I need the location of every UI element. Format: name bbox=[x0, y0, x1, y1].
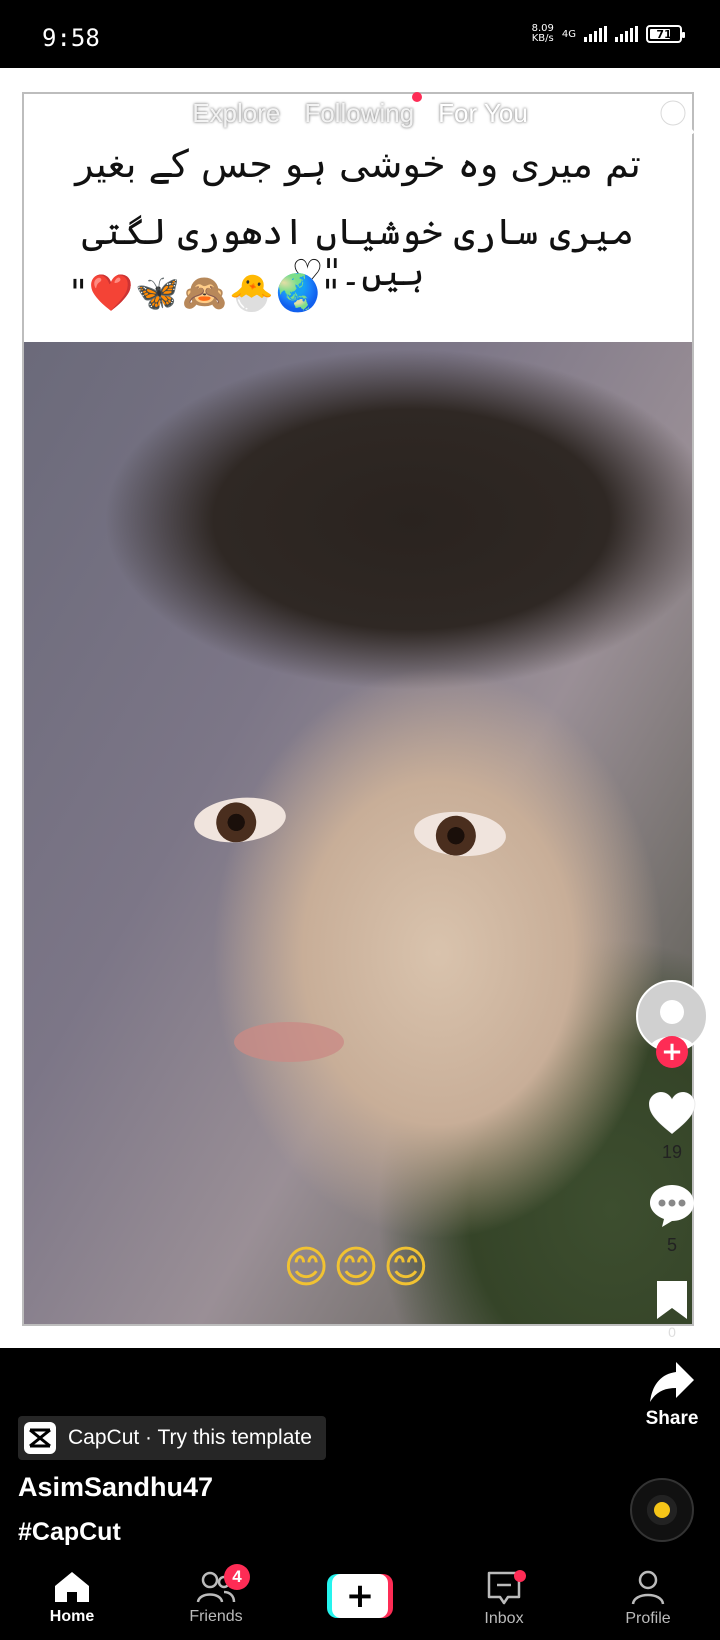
tab-for-you[interactable]: For You bbox=[438, 98, 528, 129]
signal-icon-2 bbox=[615, 26, 638, 42]
creator-avatar[interactable]: + bbox=[636, 980, 708, 1068]
comment-action[interactable]: 5 bbox=[648, 1183, 696, 1256]
plus-icon: + bbox=[332, 1574, 388, 1618]
save-action[interactable]: 0 bbox=[654, 1278, 690, 1340]
capcut-logo-icon bbox=[24, 1422, 56, 1454]
nav-friends-label: Friends bbox=[189, 1608, 243, 1625]
network-type: 4G bbox=[561, 28, 576, 40]
nav-home-label: Home bbox=[49, 1608, 95, 1625]
hashtag-link[interactable]: #CapCut bbox=[18, 1518, 121, 1547]
profile-icon bbox=[631, 1570, 665, 1605]
heart-icon bbox=[648, 1091, 696, 1135]
share-action[interactable]: Share bbox=[645, 1360, 699, 1430]
caption-emojis: "❤️🦋🙈🐣🌏" bbox=[70, 273, 342, 314]
caption-line-1: تم میری وہ خوشی ہو جس کے بغیر bbox=[75, 142, 641, 186]
status-time: 9:58 bbox=[42, 24, 100, 52]
tab-following-label: Following bbox=[304, 98, 415, 128]
nav-inbox-label: Inbox bbox=[484, 1610, 524, 1627]
comment-count: 5 bbox=[666, 1235, 677, 1255]
signal-icon bbox=[584, 26, 607, 42]
tab-following[interactable]: Following bbox=[304, 92, 423, 129]
save-count: 0 bbox=[668, 1324, 676, 1340]
create-button[interactable]: + bbox=[327, 1574, 393, 1618]
music-disc[interactable] bbox=[630, 1478, 694, 1542]
search-icon[interactable] bbox=[656, 96, 696, 136]
battery-icon: 71 bbox=[646, 25, 685, 43]
home-icon bbox=[55, 1572, 89, 1602]
comment-icon bbox=[650, 1185, 694, 1227]
following-dot bbox=[412, 92, 423, 102]
creator-username[interactable]: AsimSandhu47 bbox=[18, 1472, 213, 1503]
overlay-emojis: 😊😊😊 bbox=[283, 1242, 433, 1293]
nav-create[interactable]: + bbox=[288, 1558, 432, 1640]
follow-button[interactable]: + bbox=[656, 1036, 688, 1068]
video-frame: تم میری وہ خوشی ہو جس کے بغیر میری ساری … bbox=[22, 92, 694, 1326]
nav-friends[interactable]: 4 Friends bbox=[144, 1558, 288, 1640]
friends-badge: 4 bbox=[224, 1564, 250, 1590]
share-icon bbox=[650, 1362, 694, 1402]
status-icons: 8.09 KB/s 4G 71 bbox=[531, 23, 685, 44]
left-eye bbox=[191, 793, 289, 847]
inbox-dot bbox=[514, 1570, 526, 1582]
status-bar: 9:58 8.09 KB/s 4G 71 bbox=[0, 0, 720, 68]
nav-profile[interactable]: Profile bbox=[576, 1558, 720, 1640]
capcut-chip-label: CapCut · Try this template bbox=[68, 1426, 312, 1449]
mouth bbox=[234, 1022, 344, 1062]
capcut-template-chip[interactable]: CapCut · Try this template bbox=[18, 1416, 326, 1460]
bookmark-icon bbox=[657, 1281, 687, 1319]
music-disc-center bbox=[654, 1502, 670, 1518]
nav-home[interactable]: Home bbox=[0, 1558, 144, 1640]
share-label: Share bbox=[645, 1408, 699, 1429]
nav-profile-label: Profile bbox=[625, 1610, 671, 1627]
child-photo: 😊😊😊 bbox=[24, 342, 692, 1324]
like-action[interactable]: 19 bbox=[647, 1090, 697, 1163]
top-tabs: Explore Following For You bbox=[0, 92, 720, 129]
nav-inbox[interactable]: Inbox bbox=[432, 1558, 576, 1640]
bottom-nav: Home 4 Friends + Inbox Profile bbox=[0, 1558, 720, 1640]
battery-level: 71 bbox=[656, 27, 672, 41]
network-speed: 8.09 KB/s bbox=[531, 23, 554, 44]
video-caption-box: تم میری وہ خوشی ہو جس کے بغیر میری ساری … bbox=[24, 94, 692, 342]
side-actions: + 19 5 0 Share bbox=[636, 980, 708, 1430]
tab-explore[interactable]: Explore bbox=[192, 98, 280, 129]
like-count: 19 bbox=[661, 1142, 683, 1162]
right-eye bbox=[412, 808, 508, 860]
